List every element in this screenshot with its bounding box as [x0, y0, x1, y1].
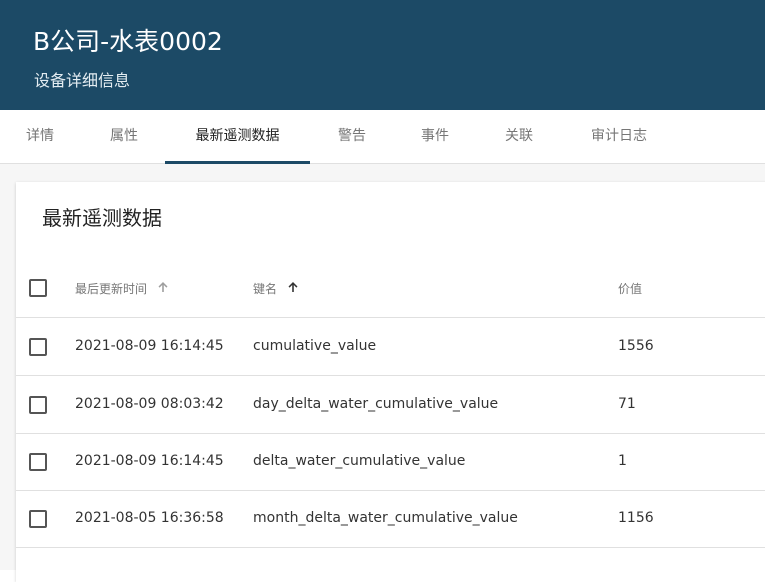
row-checkbox[interactable]: [29, 338, 47, 356]
tab-latest-telemetry[interactable]: 最新遥测数据: [165, 110, 310, 164]
table-header: 最后更新时间 键名 价值: [16, 260, 765, 318]
table-row[interactable]: 2021-08-05 16:36:58 month_delta_water_cu…: [16, 490, 765, 548]
arrow-up-icon: [287, 281, 299, 296]
tab-events[interactable]: 事件: [407, 110, 463, 163]
row-time: 2021-08-05 16:36:58: [75, 510, 224, 526]
row-time: 2021-08-09 08:03:42: [75, 396, 224, 412]
card-title: 最新遥测数据: [42, 206, 162, 230]
tab-audit-logs[interactable]: 审计日志: [578, 110, 660, 163]
row-value: 1156: [618, 510, 654, 526]
row-key: day_delta_water_cumulative_value: [253, 396, 499, 412]
table-row[interactable]: 2021-08-09 16:14:45 cumulative_value 155…: [16, 318, 765, 376]
row-checkbox[interactable]: [29, 396, 47, 414]
column-header-value[interactable]: 价值: [618, 280, 642, 297]
select-all-checkbox[interactable]: [29, 279, 47, 297]
column-header-key[interactable]: 键名: [253, 280, 299, 297]
row-checkbox[interactable]: [29, 510, 47, 528]
row-value: 1556: [618, 338, 654, 354]
table-row[interactable]: 2021-08-09 08:03:42 day_delta_water_cumu…: [16, 376, 765, 434]
telemetry-card: 最新遥测数据 最后更新时间 键名 价值 2021-08-09 16:14:45 …: [16, 182, 765, 582]
tab-alarms[interactable]: 警告: [324, 110, 380, 163]
tab-details[interactable]: 详情: [12, 110, 68, 163]
device-title: B公司-水表0002: [33, 27, 223, 56]
column-header-value-label: 价值: [618, 282, 643, 296]
row-key: month_delta_water_cumulative_value: [253, 510, 518, 526]
row-time: 2021-08-09 16:14:45: [75, 453, 224, 469]
arrow-up-icon: [157, 281, 169, 296]
row-key: cumulative_value: [253, 338, 377, 354]
column-header-time-label: 最后更新时间: [75, 282, 148, 296]
row-time: 2021-08-09 16:14:45: [75, 338, 224, 354]
tab-attributes[interactable]: 属性: [96, 110, 152, 163]
row-value: 1: [618, 453, 627, 469]
tab-bar: 详情 属性 最新遥测数据 警告 事件 关联 审计日志: [0, 110, 765, 164]
page-header: B公司-水表0002 设备详细信息: [0, 0, 765, 110]
column-header-key-label: 键名: [253, 282, 278, 296]
tab-relations[interactable]: 关联: [491, 110, 547, 163]
table-row[interactable]: 2021-08-09 16:14:45 delta_water_cumulati…: [16, 433, 765, 491]
row-checkbox[interactable]: [29, 453, 47, 471]
column-header-time[interactable]: 最后更新时间: [75, 280, 169, 297]
device-subtitle: 设备详细信息: [34, 71, 131, 90]
row-key: delta_water_cumulative_value: [253, 453, 466, 469]
row-value: 71: [618, 396, 636, 412]
